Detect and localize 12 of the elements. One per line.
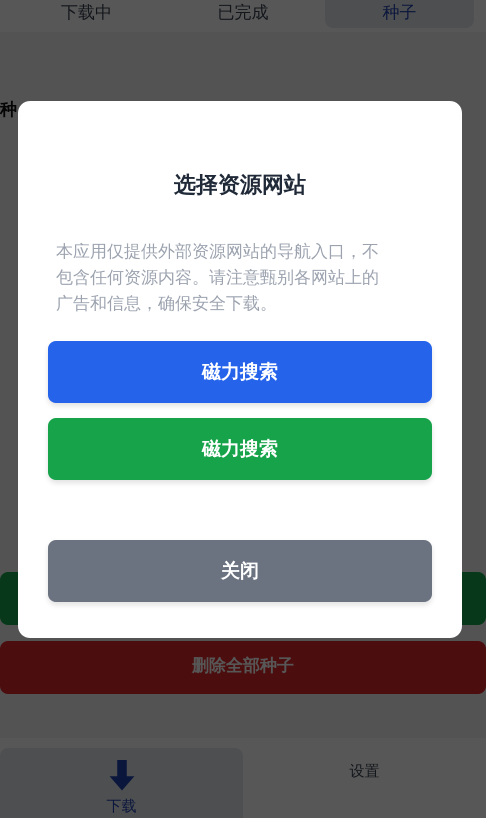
nav-item[interactable]: 下载	[0, 748, 243, 818]
download-arrow-icon	[108, 760, 134, 790]
search-button[interactable]: 磁力搜索	[48, 341, 432, 404]
close-button[interactable]: 关闭	[48, 540, 432, 602]
dialog-title: 选择资源网站	[173, 173, 307, 200]
search-button[interactable]: 磁力搜索	[48, 418, 432, 480]
tab[interactable]: 已完成	[168, 0, 318, 28]
tab[interactable]: 种子	[325, 0, 474, 28]
dialog-message: 本应用仅提供外部资源网站的导航入口，不包含任何资源内容。请注意甄别各网站上的广告和信息，确保安全下载。	[56, 241, 380, 316]
delete-button[interactable]: 删除全部种子	[0, 640, 486, 694]
nav-item[interactable]: 设置	[243, 738, 486, 818]
tab[interactable]: 下载中	[12, 0, 161, 28]
